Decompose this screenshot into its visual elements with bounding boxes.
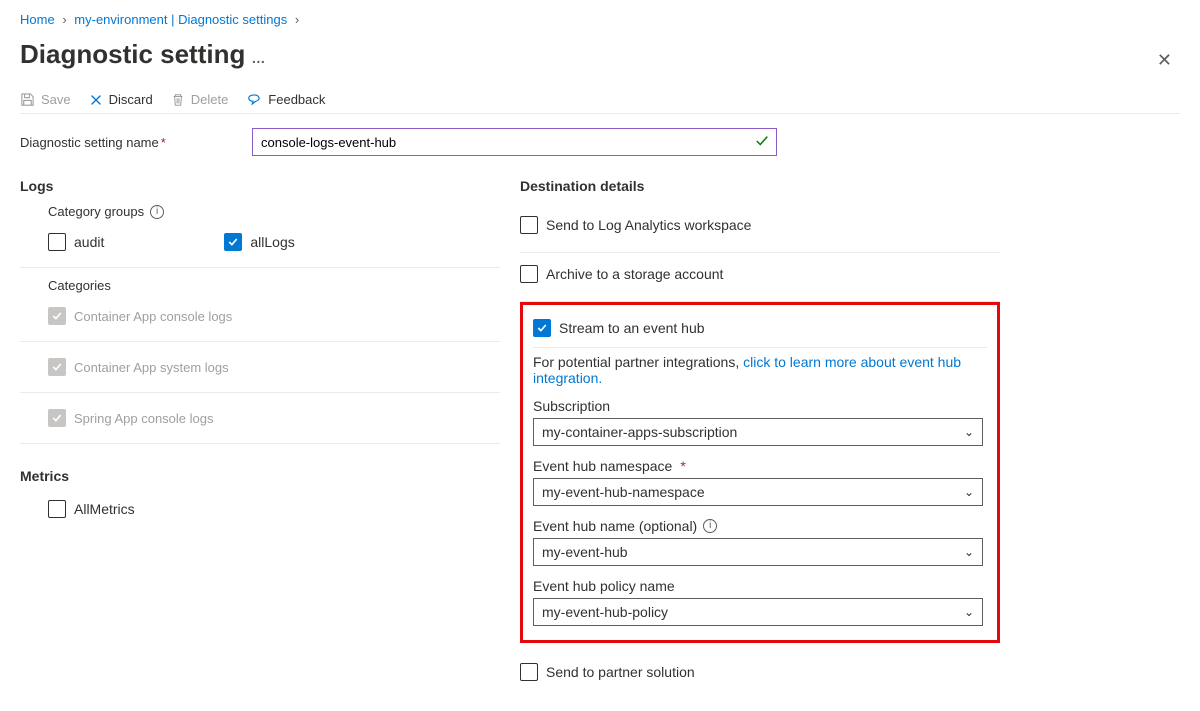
send-partner-row[interactable]: Send to partner solution [520,657,1000,687]
category-groups-label: Category groups i [20,204,500,219]
allmetrics-checkbox-row[interactable]: AllMetrics [20,494,500,524]
close-icon: ✕ [1157,50,1172,70]
destination-heading: Destination details [520,178,1000,194]
alllogs-checkbox-row[interactable]: allLogs [224,227,294,257]
more-icon[interactable]: … [251,50,266,66]
close-button[interactable]: ✕ [1149,46,1180,75]
name-label: Diagnostic setting name* [20,135,252,150]
checkbox-icon [520,216,538,234]
name-input[interactable] [252,128,777,156]
info-icon[interactable]: i [150,205,164,219]
policy-select[interactable]: my-event-hub-policy ⌄ [533,598,983,626]
category-item[interactable]: Container App console logs [20,301,500,331]
checkbox-checked-icon [533,319,551,337]
trash-icon [171,93,185,107]
save-button[interactable]: Save [20,92,71,107]
breadcrumb[interactable]: Home › my-environment | Diagnostic setti… [20,12,1180,27]
event-hub-section: Stream to an event hub For potential par… [520,302,1000,643]
chevron-down-icon: ⌄ [964,425,974,439]
checkmark-icon [755,134,769,151]
toolbar: Save Discard Delete Feedback [20,86,1180,114]
event-hub-help: For potential partner integrations, clic… [533,354,987,386]
feedback-button[interactable]: Feedback [246,92,325,107]
close-icon [89,93,103,107]
checkbox-disabled-icon [48,409,66,427]
eventhub-name-label: Event hub name (optional) i [533,518,987,534]
checkbox-icon [520,265,538,283]
page-title: Diagnostic setting… [20,39,266,70]
category-item[interactable]: Spring App console logs [20,403,500,433]
namespace-select[interactable]: my-event-hub-namespace ⌄ [533,478,983,506]
metrics-heading: Metrics [20,468,500,484]
breadcrumb-home[interactable]: Home [20,12,55,27]
chevron-right-icon: › [62,12,66,27]
chevron-down-icon: ⌄ [964,605,974,619]
subscription-select[interactable]: my-container-apps-subscription ⌄ [533,418,983,446]
policy-label: Event hub policy name [533,578,987,594]
checkbox-icon [48,500,66,518]
checkbox-checked-icon [224,233,242,251]
category-item[interactable]: Container App system logs [20,352,500,382]
save-icon [20,92,35,107]
subscription-label: Subscription [533,398,987,414]
checkbox-disabled-icon [48,358,66,376]
categories-label: Categories [20,278,500,293]
eventhub-name-select[interactable]: my-event-hub ⌄ [533,538,983,566]
delete-button[interactable]: Delete [171,92,229,107]
breadcrumb-env[interactable]: my-environment | Diagnostic settings [74,12,287,27]
chevron-down-icon: ⌄ [964,545,974,559]
checkbox-icon [48,233,66,251]
audit-checkbox-row[interactable]: audit [48,227,104,257]
info-icon[interactable]: i [703,519,717,533]
discard-button[interactable]: Discard [89,92,153,107]
chevron-right-icon: › [295,12,299,27]
chevron-down-icon: ⌄ [964,485,974,499]
feedback-icon [246,92,262,107]
logs-heading: Logs [20,178,500,194]
checkbox-disabled-icon [48,307,66,325]
stream-event-hub-row[interactable]: Stream to an event hub [533,313,987,348]
namespace-label: Event hub namespace* [533,458,987,474]
archive-storage-row[interactable]: Archive to a storage account [520,259,1000,289]
send-log-analytics-row[interactable]: Send to Log Analytics workspace [520,210,1000,240]
